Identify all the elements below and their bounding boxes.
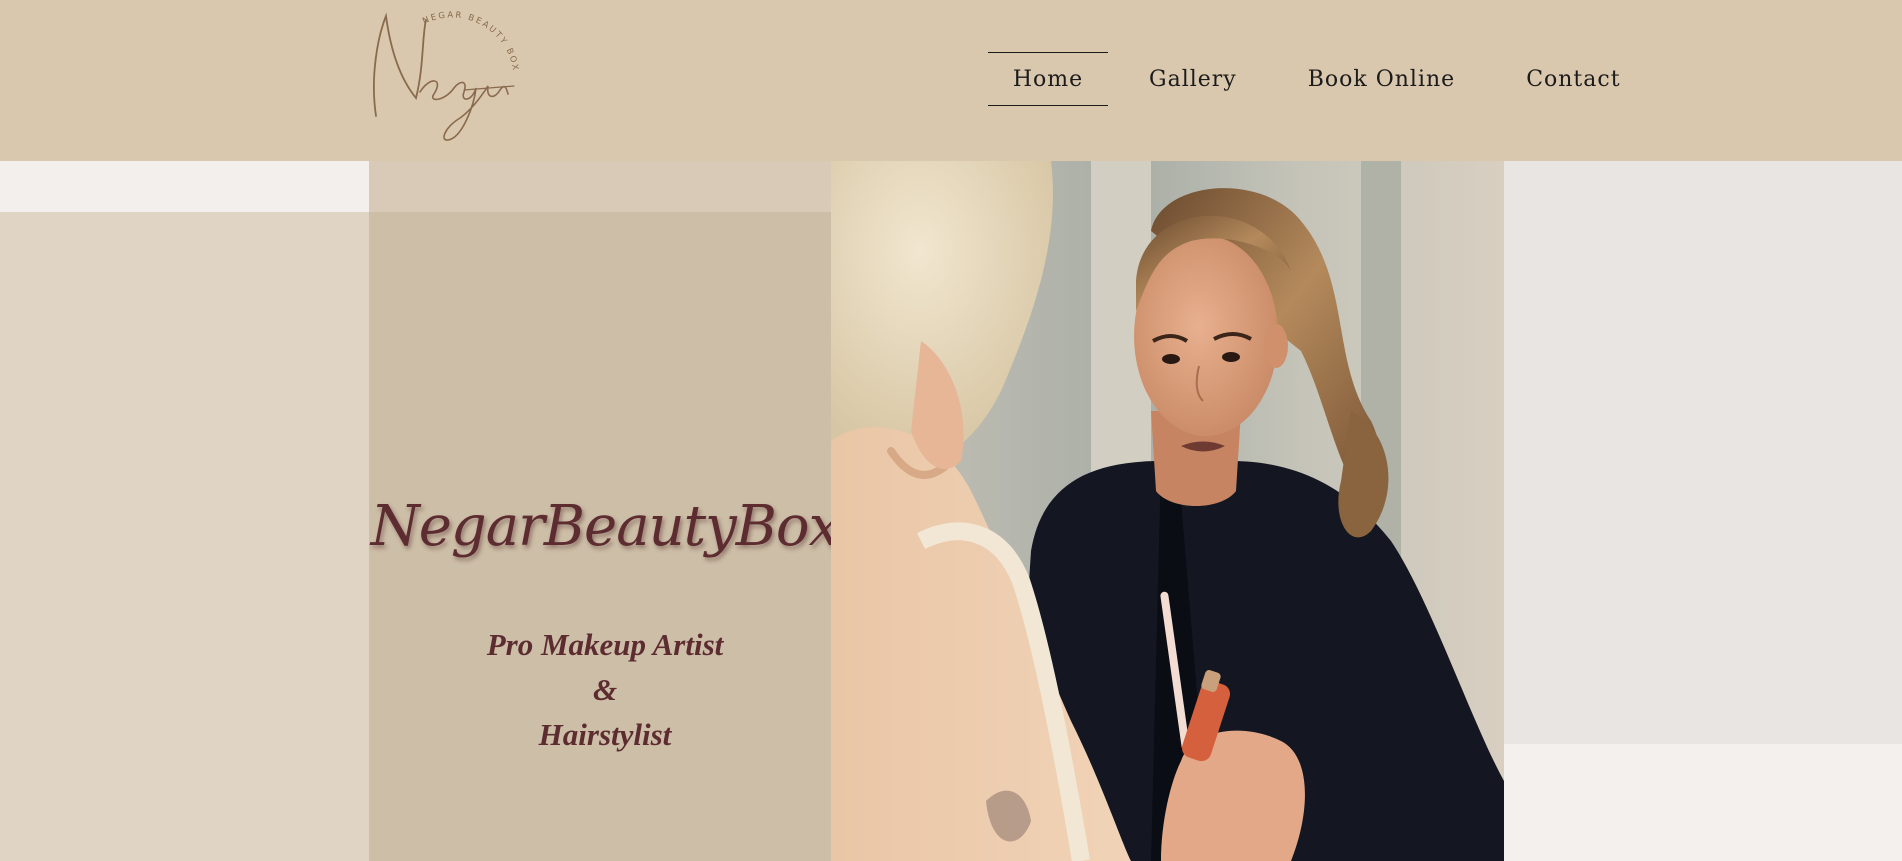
tagline-line-1: Pro Makeup Artist xyxy=(486,627,724,662)
hero-photo xyxy=(831,161,1504,861)
background-right-panel xyxy=(1504,161,1902,744)
svg-text:NEGAR BEAUTY BOX: NEGAR BEAUTY BOX xyxy=(421,10,520,72)
background-right-bottom xyxy=(1504,744,1902,861)
site-logo[interactable]: NEGAR BEAUTY BOX xyxy=(364,6,524,146)
tagline-line-3: Hairstylist xyxy=(538,717,672,752)
background-strip xyxy=(0,161,369,212)
nav-contact[interactable]: Contact xyxy=(1526,52,1620,106)
nav-book-online[interactable]: Book Online xyxy=(1308,52,1455,106)
site-header: NEGAR BEAUTY BOX Home Gallery Book Onlin… xyxy=(0,0,1902,161)
logo-mark: NEGAR BEAUTY BOX xyxy=(373,10,520,141)
background-left-panel xyxy=(0,212,369,861)
hero-photo-illustration xyxy=(831,161,1504,861)
brand-title: NegarBeautyBox xyxy=(370,494,840,559)
page: NEGAR BEAUTY BOX Home Gallery Book Onlin… xyxy=(0,0,1902,861)
tagline-line-2: & xyxy=(592,672,618,707)
main-nav: Home Gallery Book Online Contact xyxy=(988,52,1621,106)
hero-panel-top-band xyxy=(369,161,831,212)
logo-arc-text: NEGAR BEAUTY BOX xyxy=(421,10,518,72)
nav-gallery[interactable]: Gallery xyxy=(1149,52,1237,106)
nav-home[interactable]: Home xyxy=(988,52,1108,106)
tagline: Pro Makeup Artist & Hairstylist xyxy=(369,622,841,757)
